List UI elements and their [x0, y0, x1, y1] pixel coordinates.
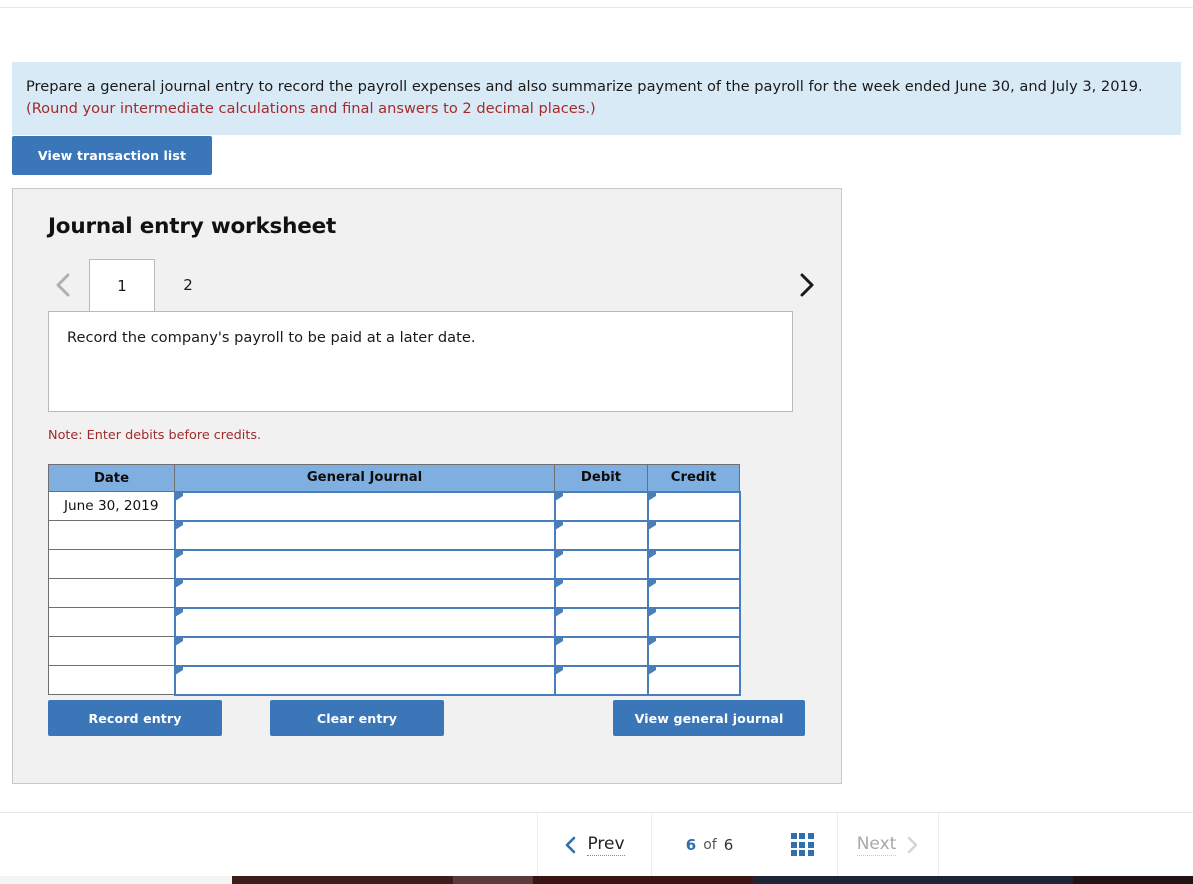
cell-debit-7[interactable]	[553, 664, 649, 696]
footer-nav-inner: Prev 6 of 6 Next	[537, 813, 939, 876]
cell-credit-3[interactable]	[646, 548, 741, 580]
page-indicator: 6 of 6	[652, 813, 767, 876]
next-entry-chevron-right-icon[interactable]	[791, 268, 821, 302]
table-row	[48, 519, 741, 551]
debits-before-credits-note: Note: Enter debits before credits.	[48, 428, 262, 443]
column-header-date: Date	[48, 464, 175, 492]
bottom-strip-segment	[1073, 876, 1193, 884]
column-header-credit: Credit	[647, 464, 740, 492]
cell-credit-7[interactable]	[646, 664, 741, 696]
table-row	[48, 548, 741, 580]
table-row	[48, 577, 741, 609]
cell-account-2[interactable]	[173, 519, 556, 551]
column-header-debit: Debit	[554, 464, 648, 492]
journal-entry-table: Date General Journal Debit Credit June 3…	[48, 464, 741, 696]
cell-date-2[interactable]	[48, 520, 175, 550]
cell-debit-6[interactable]	[553, 635, 649, 667]
cell-debit-2[interactable]	[553, 519, 649, 551]
next-button-label: Next	[856, 833, 897, 856]
column-header-general-journal: General Journal	[174, 464, 555, 492]
cell-date-4[interactable]	[48, 578, 175, 608]
cell-debit-1[interactable]	[553, 490, 649, 522]
bottom-strip-segment	[452, 876, 533, 884]
cell-credit-4[interactable]	[646, 577, 741, 609]
page-of-label: of	[703, 836, 717, 853]
worksheet-tab-2-label: 2	[183, 276, 193, 294]
page-title: Journal entry worksheet	[48, 214, 337, 239]
journal-entry-table-body: June 30, 2019	[48, 490, 741, 696]
cell-credit-5[interactable]	[646, 606, 741, 638]
bottom-strip-segment	[0, 876, 232, 884]
cell-debit-5[interactable]	[553, 606, 649, 638]
worksheet-tab-2[interactable]: 2	[155, 259, 221, 311]
bottom-edge-strip	[0, 876, 1193, 884]
cell-debit-3[interactable]	[553, 548, 649, 580]
table-row: June 30, 2019	[48, 490, 741, 522]
prev-entry-chevron-left-icon[interactable]	[48, 268, 78, 302]
grid-view-icon	[790, 833, 814, 856]
worksheet-tabstrip: 1 2	[48, 259, 821, 312]
worksheet-tab-1-label: 1	[117, 277, 127, 295]
prev-button-label: Prev	[587, 833, 625, 856]
journal-entry-worksheet-panel: Journal entry worksheet 1 2 Record the c…	[12, 188, 842, 784]
view-transaction-list-button[interactable]: View transaction list	[12, 136, 212, 175]
prev-button[interactable]: Prev	[538, 813, 651, 876]
cell-credit-2[interactable]	[646, 519, 741, 551]
bottom-strip-segment	[753, 876, 1073, 884]
grid-view-button[interactable]	[767, 813, 837, 876]
cell-date-6[interactable]	[48, 636, 175, 666]
table-row	[48, 606, 741, 638]
instruction-text: Prepare a general journal entry to recor…	[26, 78, 1143, 95]
cell-date-7[interactable]	[48, 665, 175, 695]
cell-account-4[interactable]	[173, 577, 556, 609]
footer-navigation-bar: Prev 6 of 6 Next	[0, 812, 1193, 876]
worksheet-tab-1[interactable]: 1	[89, 259, 155, 312]
view-general-journal-button[interactable]: View general journal	[613, 700, 805, 736]
cell-date-1[interactable]: June 30, 2019	[48, 491, 175, 521]
cell-credit-6[interactable]	[646, 635, 741, 667]
record-entry-button[interactable]: Record entry	[48, 700, 222, 736]
total-page-count: 6	[723, 835, 734, 854]
current-page-number: 6	[685, 835, 697, 854]
page-root: Prepare a general journal entry to recor…	[0, 0, 1193, 884]
bottom-strip-segment	[232, 876, 453, 884]
bottom-strip-segment	[532, 876, 753, 884]
entry-description-box: Record the company's payroll to be paid …	[48, 311, 793, 412]
cell-date-5[interactable]	[48, 607, 175, 637]
instruction-banner: Prepare a general journal entry to recor…	[12, 62, 1181, 135]
chevron-left-icon	[566, 836, 576, 853]
top-divider	[0, 7, 1193, 8]
table-header-row: Date General Journal Debit Credit	[48, 464, 740, 492]
instruction-rounding-hint: (Round your intermediate calculations an…	[26, 100, 596, 117]
cell-debit-4[interactable]	[553, 577, 649, 609]
nav-divider	[938, 813, 939, 876]
cell-account-6[interactable]	[173, 635, 556, 667]
table-row	[48, 635, 741, 667]
chevron-right-icon	[907, 836, 918, 853]
cell-credit-1[interactable]	[646, 490, 741, 522]
cell-account-1[interactable]	[173, 490, 556, 522]
cell-account-3[interactable]	[173, 548, 556, 580]
entry-description-text: Record the company's payroll to be paid …	[67, 329, 476, 346]
cell-account-5[interactable]	[173, 606, 556, 638]
cell-date-3[interactable]	[48, 549, 175, 579]
next-button[interactable]: Next	[838, 813, 938, 876]
cell-account-7[interactable]	[173, 664, 556, 696]
clear-entry-button[interactable]: Clear entry	[270, 700, 444, 736]
table-row	[48, 664, 741, 696]
